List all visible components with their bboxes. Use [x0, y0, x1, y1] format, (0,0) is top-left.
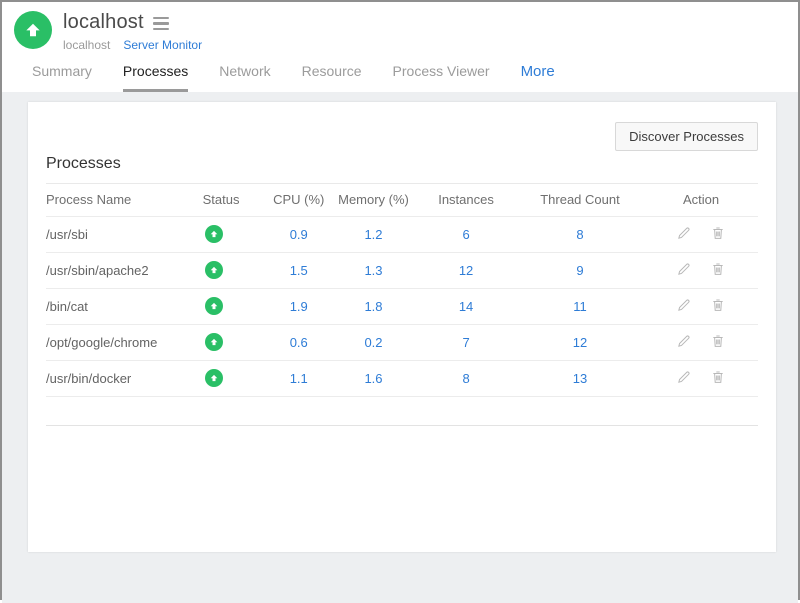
status-up-icon — [205, 369, 223, 387]
processes-card: Discover Processes Processes Process Nam… — [28, 102, 776, 552]
edit-icon[interactable] — [676, 261, 692, 277]
thread-count-value[interactable]: 11 — [516, 288, 644, 324]
tab-process-viewer[interactable]: Process Viewer — [393, 63, 490, 92]
table-row: /opt/google/chrome 0.6 0.2 7 12 — [46, 324, 758, 360]
column-thread-count: Thread Count — [516, 184, 644, 216]
tab-processes[interactable]: Processes — [123, 63, 188, 92]
instances-value[interactable]: 14 — [416, 288, 516, 324]
tab-resource[interactable]: Resource — [302, 63, 362, 92]
process-name: /opt/google/chrome — [46, 324, 203, 360]
delete-icon[interactable] — [710, 369, 726, 385]
status-up-icon — [205, 225, 223, 243]
column-memory: Memory (%) — [331, 184, 416, 216]
tab-summary[interactable]: Summary — [32, 63, 92, 92]
edit-icon[interactable] — [676, 297, 692, 313]
column-action: Action — [644, 184, 758, 216]
cpu-value[interactable]: 1.9 — [267, 288, 331, 324]
cpu-value[interactable]: 1.5 — [267, 252, 331, 288]
process-name: /usr/bin/docker — [46, 360, 203, 396]
tab-more[interactable]: More — [521, 63, 555, 92]
thread-count-value[interactable]: 12 — [516, 324, 644, 360]
cpu-value[interactable]: 0.9 — [267, 216, 331, 252]
action-cell — [644, 252, 758, 288]
status-cell — [203, 216, 267, 252]
status-cell — [203, 324, 267, 360]
table-row: /usr/sbi 0.9 1.2 6 8 — [46, 216, 758, 252]
memory-value[interactable]: 1.8 — [331, 288, 416, 324]
status-up-icon — [205, 333, 223, 351]
edit-icon[interactable] — [676, 333, 692, 349]
app-header: localhost localhost Server Monitor Summa… — [2, 2, 798, 92]
hamburger-menu-icon[interactable] — [153, 15, 169, 31]
memory-value[interactable]: 1.2 — [331, 216, 416, 252]
action-cell — [644, 288, 758, 324]
thread-count-value[interactable]: 8 — [516, 216, 644, 252]
thread-count-value[interactable]: 9 — [516, 252, 644, 288]
column-instances: Instances — [416, 184, 516, 216]
table-row: /usr/bin/docker 1.1 1.6 8 13 — [46, 360, 758, 396]
monitor-type-link[interactable]: Server Monitor — [123, 38, 202, 52]
status-cell — [203, 252, 267, 288]
delete-icon[interactable] — [710, 333, 726, 349]
thread-count-value[interactable]: 13 — [516, 360, 644, 396]
monitor-title: localhost — [63, 11, 144, 34]
delete-icon[interactable] — [710, 225, 726, 241]
memory-value[interactable]: 1.3 — [331, 252, 416, 288]
action-cell — [644, 216, 758, 252]
instances-value[interactable]: 12 — [416, 252, 516, 288]
edit-icon[interactable] — [676, 369, 692, 385]
tab-network[interactable]: Network — [219, 63, 270, 92]
process-name: /usr/sbin/apache2 — [46, 252, 203, 288]
discover-processes-button[interactable]: Discover Processes — [615, 122, 758, 151]
monitor-status-up-icon — [14, 11, 52, 49]
instances-value[interactable]: 8 — [416, 360, 516, 396]
page-background: Discover Processes Processes Process Nam… — [2, 92, 798, 603]
status-up-icon — [205, 261, 223, 279]
tab-bar: Summary Processes Network Resource Proce… — [2, 52, 798, 92]
memory-value[interactable]: 1.6 — [331, 360, 416, 396]
section-title: Processes — [46, 155, 758, 184]
instances-value[interactable]: 6 — [416, 216, 516, 252]
processes-table: Process Name Status CPU (%) Memory (%) I… — [46, 184, 758, 426]
status-cell — [203, 288, 267, 324]
status-cell — [203, 360, 267, 396]
table-row: /bin/cat 1.9 1.8 14 11 — [46, 288, 758, 324]
cpu-value[interactable]: 0.6 — [267, 324, 331, 360]
memory-value[interactable]: 0.2 — [331, 324, 416, 360]
table-header-row: Process Name Status CPU (%) Memory (%) I… — [46, 184, 758, 216]
host-name: localhost — [63, 38, 110, 52]
action-cell — [644, 324, 758, 360]
instances-value[interactable]: 7 — [416, 324, 516, 360]
process-name: /usr/sbi — [46, 216, 203, 252]
column-status: Status — [203, 184, 267, 216]
delete-icon[interactable] — [710, 261, 726, 277]
delete-icon[interactable] — [710, 297, 726, 313]
edit-icon[interactable] — [676, 225, 692, 241]
action-cell — [644, 360, 758, 396]
empty-table-row — [46, 396, 758, 425]
column-cpu: CPU (%) — [267, 184, 331, 216]
table-row: /usr/sbin/apache2 1.5 1.3 12 9 — [46, 252, 758, 288]
process-name: /bin/cat — [46, 288, 203, 324]
status-up-icon — [205, 297, 223, 315]
cpu-value[interactable]: 1.1 — [267, 360, 331, 396]
column-process-name: Process Name — [46, 184, 203, 216]
